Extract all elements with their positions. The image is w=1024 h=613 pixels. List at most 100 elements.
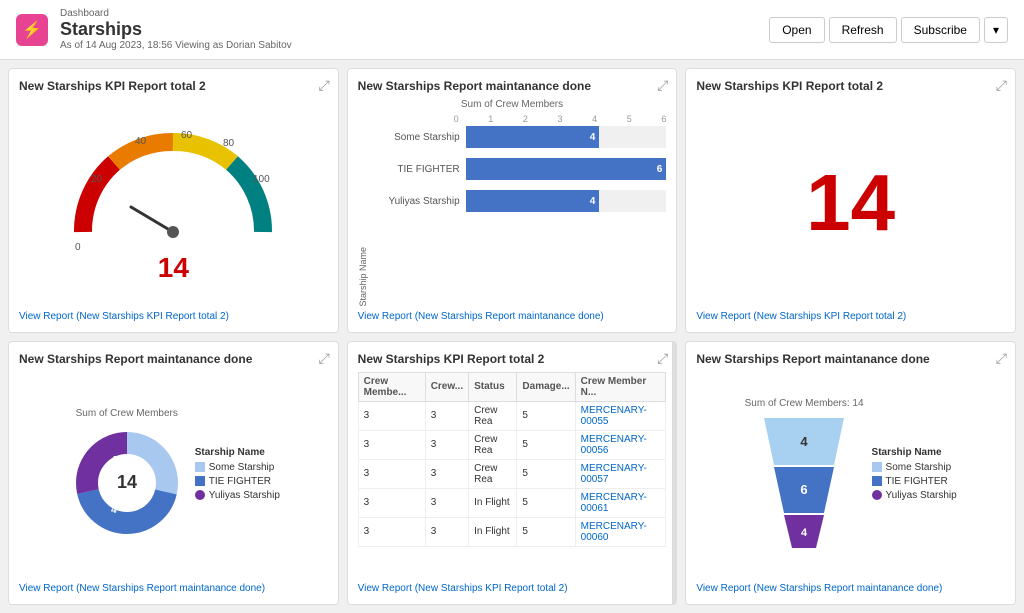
donut-expand-icon[interactable]: ⤢ [318, 350, 329, 367]
table-row: 3 3 Crew Rea 5 MERCENARY-00057 [358, 459, 666, 488]
svg-text:4: 4 [111, 505, 117, 516]
bar-maintenance-card: New Starships Report maintanance done ⤢ … [347, 68, 678, 333]
cell-n-4[interactable]: MERCENARY-00060 [575, 517, 666, 546]
cell-n-0[interactable]: MERCENARY-00055 [575, 401, 666, 430]
dropdown-button[interactable]: ▾ [984, 17, 1008, 43]
bar-y-label: Starship Name [358, 126, 368, 307]
svg-text:4: 4 [800, 434, 808, 449]
cell-s-4: In Flight [469, 517, 517, 546]
gauge-chart: 0 20 40 60 80 100 14 [19, 99, 328, 307]
col-crew: Crew... [425, 372, 468, 401]
header: ⚡ Dashboard Starships As of 14 Aug 2023,… [0, 0, 1024, 60]
table-row: 3 3 Crew Rea 5 MERCENARY-00055 [358, 401, 666, 430]
funnel-legend-item-2: Yuliyas Starship [872, 490, 957, 501]
bar-fill-2: 4 [466, 190, 600, 212]
subscribe-button[interactable]: Subscribe [901, 17, 980, 43]
cell-n-1[interactable]: MERCENARY-00056 [575, 430, 666, 459]
col-status: Status [469, 372, 517, 401]
table-kpi-title: New Starships KPI Report total 2 [358, 352, 667, 366]
funnel-chart-area: Sum of Crew Members: 14 4 6 4 [745, 398, 864, 553]
funnel-maintenance-link[interactable]: View Report (New Starships Report mainta… [696, 579, 1005, 594]
donut-chart-container: Sum of Crew Members 4 6 4 14 [19, 372, 328, 580]
table-row: 3 3 In Flight 5 MERCENARY-00061 [358, 488, 666, 517]
svg-text:6: 6 [149, 480, 155, 491]
table-scroll-area[interactable]: Crew Membe... Crew... Status Damage... C… [358, 372, 667, 580]
gauge-kpi-title: New Starships KPI Report total 2 [19, 79, 328, 93]
table-expand-icon[interactable]: ⤢ [657, 350, 668, 367]
svg-text:14: 14 [117, 472, 137, 492]
cell-n-2[interactable]: MERCENARY-00057 [575, 459, 666, 488]
cell-c-1: 3 [425, 430, 468, 459]
cell-n-3[interactable]: MERCENARY-00061 [575, 488, 666, 517]
donut-legend: Starship Name Some Starship TIE FIGHTER … [195, 447, 280, 504]
col-crew-members: Crew Membe... [358, 372, 425, 401]
bar-outer-1: 6 [466, 158, 667, 180]
legend-label-2: Yuliyas Starship [209, 490, 280, 501]
cell-d-2: 5 [517, 459, 575, 488]
funnel-legend-color-2 [872, 490, 882, 500]
donut-maintenance-link[interactable]: View Report (New Starships Report mainta… [19, 579, 328, 594]
view-subtitle: As of 14 Aug 2023, 18:56 Viewing as Dori… [60, 40, 292, 51]
page-title: Starships [60, 19, 292, 40]
legend-label-1: TIE FIGHTER [209, 476, 271, 487]
bar-chart-rows: Some Starship 4 TIE FIGHTER 6 Yuliyas St… [370, 126, 667, 307]
cell-c-4: 3 [425, 517, 468, 546]
cell-cm-0: 3 [358, 401, 425, 430]
breadcrumb: Dashboard [60, 8, 292, 19]
donut-svg: 4 6 4 14 [67, 423, 187, 543]
funnel-chart-title: Sum of Crew Members: 14 [745, 398, 864, 409]
bar-expand-icon[interactable]: ⤢ [657, 77, 668, 94]
table-header-row: Crew Membe... Crew... Status Damage... C… [358, 372, 666, 401]
gauge-expand-icon[interactable]: ⤢ [318, 77, 329, 94]
big-number-kpi-card: New Starships KPI Report total 2 ⤢ 14 Vi… [685, 68, 1016, 333]
cell-s-0: Crew Rea [469, 401, 517, 430]
big-number-expand-icon[interactable]: ⤢ [996, 77, 1007, 94]
funnel-maintenance-title: New Starships Report maintanance done [696, 352, 1005, 366]
funnel-chart-container: Sum of Crew Members: 14 4 6 4 Starship N… [696, 372, 1005, 580]
col-crew-member-name: Crew Member N... [575, 372, 666, 401]
table-kpi-card: New Starships KPI Report total 2 ⤢ Crew … [347, 341, 678, 606]
gauge-kpi-link[interactable]: View Report (New Starships KPI Report to… [19, 307, 328, 322]
bar-label-1: TIE FIGHTER [370, 164, 460, 175]
cell-s-1: Crew Rea [469, 430, 517, 459]
donut-maintenance-card: New Starships Report maintanance done ⤢ … [8, 341, 339, 606]
funnel-legend-label-1: TIE FIGHTER [886, 476, 948, 487]
funnel-legend-label-2: Yuliyas Starship [886, 490, 957, 501]
table-row: 3 3 In Flight 5 MERCENARY-00060 [358, 517, 666, 546]
table-body: 3 3 Crew Rea 5 MERCENARY-00055 3 3 Crew … [358, 401, 666, 546]
cell-c-3: 3 [425, 488, 468, 517]
funnel-expand-icon[interactable]: ⤢ [996, 350, 1007, 367]
funnel-legend-title: Starship Name [872, 447, 957, 458]
bar-maintenance-title: New Starships Report maintanance done [358, 79, 667, 93]
big-number-kpi-link[interactable]: View Report (New Starships KPI Report to… [696, 307, 1005, 322]
funnel-legend-item-0: Some Starship [872, 462, 957, 473]
open-button[interactable]: Open [769, 17, 824, 43]
cell-d-3: 5 [517, 488, 575, 517]
bar-row-1: TIE FIGHTER 6 [370, 158, 667, 180]
scrollbar[interactable] [672, 342, 676, 605]
donut-chart-area: Sum of Crew Members 4 6 4 14 [67, 408, 187, 543]
bar-label-0: Some Starship [370, 132, 460, 143]
funnel-legend-color-0 [872, 462, 882, 472]
header-actions: Open Refresh Subscribe ▾ [769, 17, 1008, 43]
big-number-kpi-title: New Starships KPI Report total 2 [696, 79, 1005, 93]
cell-d-0: 5 [517, 401, 575, 430]
cell-cm-2: 3 [358, 459, 425, 488]
gauge-svg: 0 20 40 60 80 100 [63, 122, 283, 252]
funnel-legend-label-0: Some Starship [886, 462, 952, 473]
gauge-kpi-card: New Starships KPI Report total 2 ⤢ 0 20 [8, 68, 339, 333]
bar-chart-area: Sum of Crew Members 0 1 2 3 4 5 6 Starsh… [358, 99, 667, 307]
gauge-value: 14 [158, 252, 189, 284]
legend-color-2 [195, 490, 205, 500]
legend-item-0: Some Starship [195, 462, 280, 473]
table-kpi-link[interactable]: View Report (New Starships KPI Report to… [358, 579, 667, 594]
donut-chart-title: Sum of Crew Members [76, 408, 178, 419]
cell-s-3: In Flight [469, 488, 517, 517]
cell-cm-4: 3 [358, 517, 425, 546]
col-damage: Damage... [517, 372, 575, 401]
bar-row-0: Some Starship 4 [370, 126, 667, 148]
bar-maintenance-link[interactable]: View Report (New Starships Report mainta… [358, 307, 667, 322]
bar-outer-0: 4 [466, 126, 667, 148]
cell-s-2: Crew Rea [469, 459, 517, 488]
refresh-button[interactable]: Refresh [829, 17, 897, 43]
